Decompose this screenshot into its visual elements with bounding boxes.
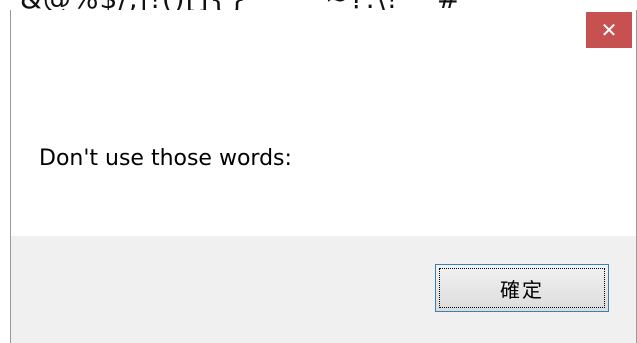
message-dialog: ✕ Don't use those words: - & @ % $ / ; |… bbox=[10, 10, 637, 343]
ok-button[interactable]: 確定 bbox=[435, 264, 609, 312]
close-button[interactable]: ✕ bbox=[586, 12, 632, 48]
dialog-content: Don't use those words: - & @ % $ / ; | !… bbox=[11, 52, 636, 261]
close-icon: ✕ bbox=[600, 18, 618, 42]
ok-button-label: 確定 bbox=[500, 277, 544, 302]
message-line-1: Don't use those words: bbox=[39, 146, 292, 171]
dialog-titlebar: ✕ bbox=[11, 10, 636, 52]
screen: &@%$/;|!()[]{} ^ "~?:\!' # ✕ Don't use t… bbox=[0, 0, 637, 343]
dialog-footer: 確定 bbox=[11, 236, 636, 343]
